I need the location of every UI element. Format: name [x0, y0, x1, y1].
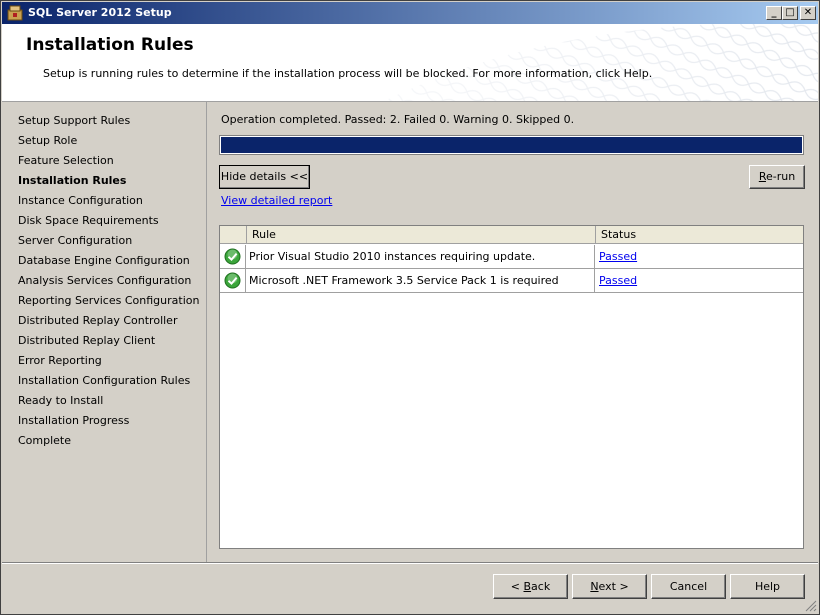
nav-item-distributed-replay-controller[interactable]: Distributed Replay Controller [18, 314, 177, 327]
rerun-accel: R [758, 170, 766, 183]
nav-item-server-configuration[interactable]: Server Configuration [18, 234, 132, 247]
icon-cell [220, 245, 246, 268]
status-link[interactable]: Passed [599, 269, 637, 292]
nav-item-installation-progress[interactable]: Installation Progress [18, 414, 129, 427]
nav-item-installation-configuration-rules[interactable]: Installation Configuration Rules [18, 374, 190, 387]
hide-details-button[interactable]: Hide details << [219, 165, 310, 189]
nav-item-disk-space-requirements[interactable]: Disk Space Requirements [18, 214, 159, 227]
rerun-button[interactable]: Re-run [749, 165, 805, 189]
page-description: Setup is running rules to determine if t… [43, 67, 653, 80]
header-banner: Installation Rules Setup is running rule… [2, 24, 818, 102]
step-navigation: Setup Support Rules Setup Role Feature Sel… [2, 102, 207, 562]
rule-cell: Prior Visual Studio 2010 instances requi… [247, 245, 595, 268]
help-button[interactable]: Help [730, 574, 805, 599]
page-title: Installation Rules [26, 35, 194, 55]
nav-item-database-engine-configuration[interactable]: Database Engine Configuration [18, 254, 190, 267]
rule-cell: Microsoft .NET Framework 3.5 Service Pac… [247, 269, 595, 292]
icon-column-header [220, 226, 247, 244]
nav-item-feature-selection[interactable]: Feature Selection [18, 154, 114, 167]
nav-item-ready-to-install[interactable]: Ready to Install [18, 394, 103, 407]
nav-item-analysis-services-configuration[interactable]: Analysis Services Configuration [18, 274, 191, 287]
nav-item-instance-configuration[interactable]: Instance Configuration [18, 194, 143, 207]
check-circle-icon [224, 272, 241, 289]
view-detailed-report-link[interactable]: View detailed report [221, 194, 332, 207]
setup-window: SQL Server 2012 Setup _ □ ✕ Installation… [0, 0, 820, 615]
back-button[interactable]: < Back [493, 574, 568, 599]
table-row[interactable]: Prior Visual Studio 2010 instances requi… [220, 245, 803, 269]
back-label: ack [531, 580, 551, 593]
back-accel: B [523, 580, 532, 593]
back-prefix: < [510, 580, 524, 593]
next-label: ext > [598, 580, 629, 593]
title-bar[interactable]: SQL Server 2012 Setup _ □ ✕ [2, 2, 818, 24]
footer-separator [2, 562, 818, 564]
nav-item-distributed-replay-client[interactable]: Distributed Replay Client [18, 334, 155, 347]
next-accel: N [590, 580, 599, 593]
sql-server-setup-icon [7, 5, 23, 21]
progress-fill [221, 137, 802, 153]
window-title: SQL Server 2012 Setup [28, 6, 172, 19]
operation-status: Operation completed. Passed: 2. Failed 0… [221, 113, 575, 126]
close-button[interactable]: ✕ [800, 6, 816, 20]
table-row[interactable]: Microsoft .NET Framework 3.5 Service Pac… [220, 269, 803, 293]
resize-grip-icon[interactable] [805, 600, 817, 612]
maximize-button[interactable]: □ [782, 6, 798, 20]
rule-column-header[interactable]: Rule [247, 226, 596, 244]
icon-cell [220, 269, 246, 292]
nav-item-complete[interactable]: Complete [18, 434, 71, 447]
next-button[interactable]: Next > [572, 574, 647, 599]
rules-grid: Rule Status Prior Visual Studio 2010 ins… [219, 225, 804, 549]
rerun-label: e-run [765, 170, 796, 183]
status-column-header[interactable]: Status [596, 226, 803, 244]
grid-header: Rule Status [220, 226, 803, 244]
check-circle-icon [224, 248, 241, 265]
nav-item-setup-support-rules[interactable]: Setup Support Rules [18, 114, 130, 127]
cancel-button[interactable]: Cancel [651, 574, 726, 599]
nav-item-setup-role[interactable]: Setup Role [18, 134, 77, 147]
nav-item-reporting-services-configuration[interactable]: Reporting Services Configuration [18, 294, 199, 307]
minimize-button[interactable]: _ [766, 6, 782, 20]
status-link[interactable]: Passed [599, 245, 637, 268]
nav-item-error-reporting[interactable]: Error Reporting [18, 354, 102, 367]
nav-item-installation-rules[interactable]: Installation Rules [18, 174, 126, 187]
progress-bar [219, 135, 804, 155]
